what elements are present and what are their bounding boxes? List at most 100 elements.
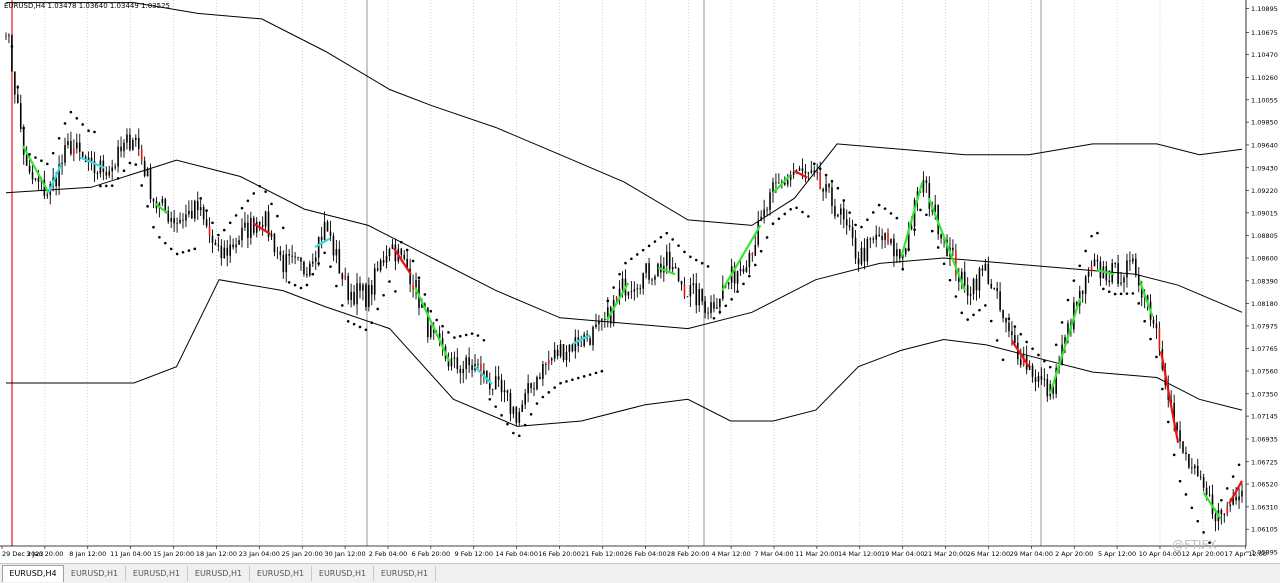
- candle-body: [238, 240, 240, 245]
- candle-body: [382, 260, 385, 263]
- sar-dot: [742, 282, 745, 286]
- candle-body: [969, 293, 972, 296]
- time-tick-label: 25 Jan 20:00: [282, 550, 323, 558]
- sar-dot: [777, 217, 781, 220]
- candle-body: [1008, 322, 1010, 332]
- sar-dot: [1178, 479, 1182, 483]
- candle-body: [1229, 504, 1232, 507]
- sar-dot: [860, 225, 863, 229]
- candle-body: [235, 244, 237, 248]
- sar-dot: [358, 325, 362, 329]
- candle-body: [851, 227, 854, 238]
- sar-dot: [34, 156, 37, 159]
- sar-dot: [989, 319, 993, 323]
- candle-body: [300, 257, 302, 262]
- candle-body: [686, 296, 689, 298]
- candle-body: [592, 327, 594, 346]
- sar-dot: [146, 205, 149, 208]
- candle-body: [665, 251, 668, 266]
- sar-dot: [175, 252, 179, 256]
- sar-dot: [789, 207, 792, 211]
- candle-body: [742, 268, 745, 272]
- sar-dot: [889, 212, 893, 215]
- sar-dot: [287, 281, 291, 284]
- candle-body: [199, 207, 202, 211]
- candle-body: [825, 184, 827, 192]
- candle-body: [766, 209, 768, 211]
- chart-area[interactable]: 1.10895 1.10675 1.10470 1.10260 1.10055 1.098…: [0, 0, 1280, 582]
- sar-dot: [877, 203, 881, 207]
- candle-body: [329, 231, 332, 236]
- sar-dot: [901, 267, 905, 271]
- candle-body: [1226, 506, 1229, 515]
- sar-dot: [1090, 234, 1093, 238]
- tab-eurusd-h1[interactable]: EURUSD,H1: [374, 566, 436, 581]
- candle-body: [1194, 465, 1196, 469]
- sar-dot: [1149, 337, 1152, 341]
- candle-body: [515, 406, 518, 423]
- candle-body: [503, 390, 506, 393]
- tab-eurusd-h1[interactable]: EURUSD,H1: [126, 566, 188, 581]
- candle-body: [984, 263, 987, 271]
- price-tick-label: 1.07350: [1251, 390, 1278, 398]
- time-tick-label: 11 Jan 04:00: [110, 550, 151, 558]
- sar-dot: [529, 412, 533, 416]
- candle-body: [972, 278, 975, 294]
- candle-body: [966, 285, 969, 296]
- time-tick-label: 8 Jan 12:00: [69, 550, 106, 558]
- tab-eurusd-h4[interactable]: EURUSD,H4: [2, 565, 64, 582]
- candle-body: [1034, 377, 1037, 382]
- sar-dot: [736, 290, 739, 293]
- sar-dot: [1237, 463, 1241, 467]
- sar-dot: [482, 338, 486, 342]
- sar-dot: [606, 299, 610, 303]
- candle-body: [123, 142, 125, 152]
- sar-dot: [1001, 358, 1005, 362]
- sar-dot: [311, 272, 315, 276]
- price-tick-label: 1.10895: [1251, 5, 1278, 13]
- candle-body: [471, 365, 473, 371]
- candle-body: [311, 261, 314, 264]
- candle-body: [1037, 375, 1040, 382]
- sar-dot: [842, 199, 846, 202]
- sar-dot: [1043, 359, 1046, 363]
- candle-body: [866, 238, 869, 262]
- sar-dot: [500, 414, 503, 417]
- tab-eurusd-h1[interactable]: EURUSD,H1: [312, 566, 374, 581]
- candle-body: [698, 289, 701, 306]
- price-chart[interactable]: 1.10895 1.10675 1.10470 1.10260 1.10055 1.098…: [0, 0, 1280, 562]
- tab-eurusd-h1[interactable]: EURUSD,H1: [250, 566, 312, 581]
- candle-body: [208, 226, 211, 236]
- candle-body: [1223, 514, 1226, 515]
- candle-body: [332, 235, 335, 256]
- candle-body: [388, 248, 391, 257]
- sar-dot: [222, 228, 226, 232]
- tab-eurusd-h1[interactable]: EURUSD,H1: [188, 566, 250, 581]
- candle-body: [226, 247, 229, 256]
- sar-dot: [576, 376, 580, 380]
- sar-dot: [1013, 325, 1017, 328]
- tab-eurusd-h1[interactable]: EURUSD,H1: [64, 566, 126, 581]
- sar-dot: [158, 235, 161, 239]
- sar-dot: [346, 320, 350, 323]
- candle-body: [904, 248, 907, 255]
- candle-body: [341, 273, 344, 280]
- sar-dot: [240, 206, 244, 210]
- candle-body: [70, 141, 72, 155]
- sar-dot: [523, 423, 527, 427]
- price-tick-label: 1.06935: [1251, 435, 1278, 443]
- candle-body: [108, 171, 111, 176]
- candle-body: [689, 285, 692, 297]
- price-tick-label: 1.08600: [1251, 254, 1278, 262]
- time-tick-label: 7 Mar 04:00: [754, 550, 793, 558]
- candle-body: [244, 222, 246, 228]
- sar-dot: [1137, 302, 1141, 305]
- candle-body: [462, 368, 465, 374]
- sar-dot: [352, 322, 356, 326]
- sar-dot: [252, 192, 256, 195]
- candle-body: [760, 216, 762, 221]
- sar-dot: [488, 398, 492, 401]
- candle-body: [81, 151, 84, 157]
- candle-body: [990, 283, 993, 289]
- sar-dot: [423, 293, 427, 296]
